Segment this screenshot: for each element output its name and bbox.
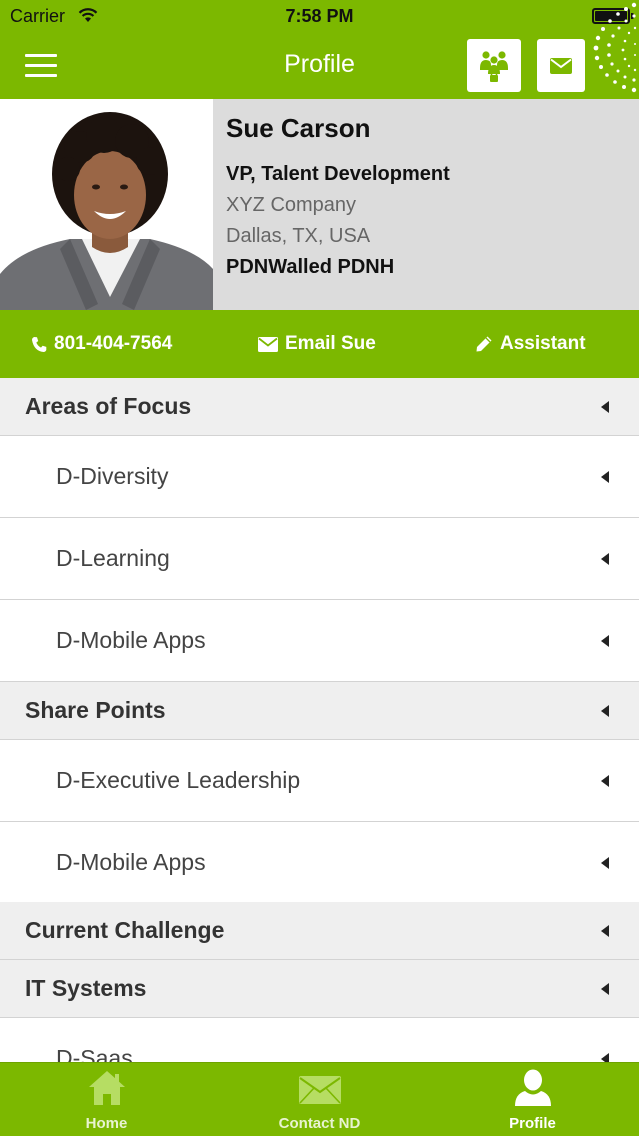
section-header-it-systems[interactable]: IT Systems (0, 960, 639, 1018)
list-item-d-mobile-apps[interactable]: D-Mobile Apps (0, 600, 639, 682)
tab-label: Contact ND (278, 1115, 361, 1132)
caret-left-icon (601, 1052, 609, 1062)
caret-left-icon (601, 924, 609, 937)
list-item-label: D-Learning (56, 545, 170, 571)
email-button[interactable]: Email Sue (258, 310, 376, 378)
envelope-icon (298, 1076, 341, 1104)
assistant-label: Assistant (500, 333, 586, 354)
list-item-d-mobile-apps-2[interactable]: D-Mobile Apps (0, 822, 639, 904)
home-icon (88, 1071, 125, 1105)
profile-detail-list: Areas of Focus D-Diversity D-Learning D-… (0, 378, 639, 1062)
tab-home[interactable]: Home (0, 1063, 213, 1136)
mail-button[interactable] (537, 39, 585, 92)
tab-label: Home (85, 1115, 128, 1132)
app-screen: Carrier 7:58 PM Profile Sue Carson VP, T… (0, 0, 639, 1136)
profile-job-title: VP, Talent Development (226, 163, 450, 185)
status-bar: Carrier 7:58 PM (0, 0, 639, 34)
caret-left-icon (601, 774, 609, 787)
envelope-icon (258, 336, 278, 352)
section-label: Current Challenge (25, 917, 225, 943)
profile-name: Sue Carson (226, 113, 371, 143)
top-bar: Carrier 7:58 PM Profile (0, 0, 639, 99)
phone-number: 801-404-7564 (54, 333, 173, 354)
list-item-label: D-Saas (56, 1045, 133, 1062)
tab-label: Profile (509, 1115, 556, 1132)
profile-company: XYZ Company (226, 194, 357, 216)
list-item-d-learning[interactable]: D-Learning (0, 518, 639, 600)
section-header-current-challenge[interactable]: Current Challenge (0, 902, 639, 960)
people-icon (480, 50, 508, 82)
mail-icon (550, 57, 572, 74)
list-item-label: D-Mobile Apps (56, 849, 206, 875)
profile-location: Dallas, TX, USA (226, 225, 371, 247)
people-button[interactable] (467, 39, 521, 92)
caret-left-icon (601, 982, 609, 995)
brand-dots-logo (593, 2, 637, 93)
section-header-areas-of-focus[interactable]: Areas of Focus (0, 378, 639, 436)
contact-actions-bar: 801-404-7564 Email Sue Assistant (0, 310, 639, 378)
caret-left-icon (601, 552, 609, 565)
profile-group: PDNWalled PDNH (226, 256, 395, 278)
clock: 7:58 PM (285, 6, 354, 26)
list-item-label: D-Diversity (56, 463, 169, 489)
profile-header: Sue Carson VP, Talent Development XYZ Co… (0, 99, 639, 310)
section-label: Share Points (25, 697, 166, 723)
profile-photo-illustration (0, 99, 213, 310)
tab-contact-nd[interactable]: Contact ND (213, 1063, 426, 1136)
caret-left-icon (601, 470, 609, 483)
user-icon (514, 1069, 551, 1106)
call-button[interactable]: 801-404-7564 (31, 310, 172, 378)
caret-left-icon (601, 704, 609, 717)
email-label: Email Sue (285, 333, 376, 354)
phone-icon (32, 336, 47, 352)
pencil-icon (476, 336, 492, 352)
section-header-share-points[interactable]: Share Points (0, 682, 639, 740)
profile-photo (0, 99, 213, 310)
caret-left-icon (601, 400, 609, 413)
assistant-button[interactable]: Assistant (475, 310, 586, 378)
caret-left-icon (601, 634, 609, 647)
list-item-d-saas[interactable]: D-Saas (0, 1018, 639, 1062)
section-label: IT Systems (25, 975, 147, 1001)
section-label: Areas of Focus (25, 393, 192, 419)
tab-profile[interactable]: Profile (426, 1063, 639, 1136)
list-item-label: D-Executive Leadership (56, 767, 301, 793)
list-item-d-executive-leadership[interactable]: D-Executive Leadership (0, 740, 639, 822)
list-item-label: D-Mobile Apps (56, 627, 206, 653)
list-item-d-diversity[interactable]: D-Diversity (0, 436, 639, 518)
tab-bar: Home Contact ND Profile (0, 1062, 639, 1136)
caret-left-icon (601, 856, 609, 869)
